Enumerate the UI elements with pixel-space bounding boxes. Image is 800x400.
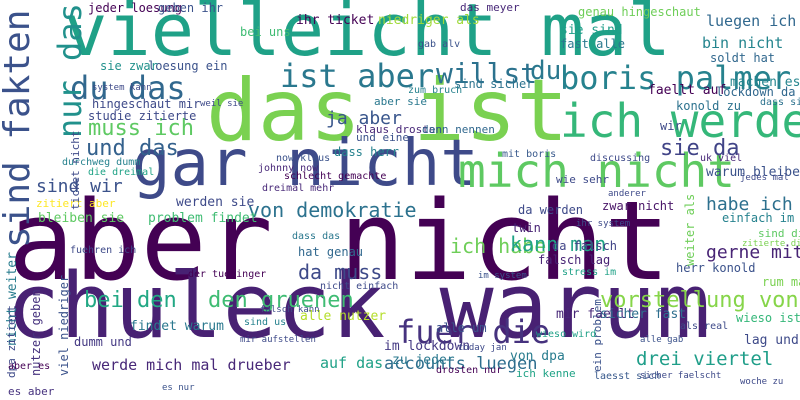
word: aber sie [374,95,427,108]
word: im system [478,271,527,281]
word: alle gab [640,335,684,345]
word: es aber [8,385,55,398]
word: sicher fast [600,307,687,322]
word: zwar nicht [602,199,675,213]
word: johnny now [258,163,319,174]
word: sind sicher [454,77,534,91]
word: einfach im [722,211,795,225]
word: sind us [244,317,287,328]
word: da werden [518,203,584,217]
word: drosten nur [436,365,503,376]
word: von demokratie [248,198,417,222]
word: stress im [562,267,617,278]
word: luegen ich [706,12,797,30]
word: wieso wird [536,329,597,340]
word: werden sie [176,195,255,210]
word: faellt auf [648,83,727,98]
word: lag und [744,333,799,348]
word: da muss [298,260,383,284]
word: uk viel [700,153,743,164]
word: drei viertel [636,348,774,370]
word: auf das [320,354,384,372]
word: dass herr [334,145,400,159]
word: studie zitierte [88,109,197,123]
word: jedes mal [740,173,789,183]
word: wieso ist [736,311,800,325]
word: dass das [292,231,341,242]
word: da falsch [552,239,618,253]
word: du [530,56,562,86]
word: dass sie [760,97,800,108]
word: today jan [458,343,507,353]
word: von dpa [510,349,565,364]
word: zum bruch [408,85,463,96]
word: falsch lag [538,253,611,267]
word: weil sie [200,99,244,109]
word: system kann [92,83,152,93]
word: konold zu [676,99,742,113]
word: findet warum [130,319,224,334]
word: das meyer [460,1,520,14]
word: die dreimal [88,167,155,178]
word: gab alv [418,39,461,50]
word: wie sehr [556,173,609,186]
word: problem findet [148,211,258,226]
word: woche zu [740,377,784,387]
word: discussing [590,153,651,164]
word: rum machen [762,275,800,289]
word: dreimal mehr [262,183,335,194]
word: bin nicht [702,34,784,52]
word: der tuebinger [188,269,267,280]
word: werde mich mal drueber [92,356,291,374]
word: geben ihr [158,1,224,15]
word: falsch kann [260,305,320,315]
word: fuehren ich [70,245,137,256]
word: alle um [436,321,487,335]
word: mit boris [502,149,557,160]
word-cloud: aber nicht chuleck warum das ist viellei… [0,0,800,400]
word: twin [512,221,541,235]
word: fast alle [560,37,626,51]
word: nur das [51,3,89,138]
word: ich kenne [516,367,576,380]
word: genau hingeschaut [578,5,701,19]
word: und eine [356,131,409,144]
word: bei den [84,288,177,313]
word: bei uns [240,25,291,39]
word: bleiben sie [38,211,125,226]
word: dumm und [74,335,132,349]
word: hat genau [298,245,364,259]
word: als real [680,321,729,332]
word: loesung ein [148,59,228,73]
word: zitierte die [742,239,800,249]
word: sie sind [560,23,623,38]
word: sie zwar [100,59,158,73]
word: es nur [162,383,195,393]
word: weiter als [683,193,697,266]
word: viel niedriger [57,274,71,376]
word: ticket nicht [69,130,82,210]
word: mir aufstellen [240,335,316,345]
word: anderer [608,189,646,199]
word: nicht einfach [320,281,399,292]
word: ihr system [576,219,631,229]
word: aber es [8,361,51,372]
word: sind die [758,227,800,240]
word: sicher faelscht [640,371,722,381]
word: soldt hat [710,51,776,65]
word: dann nennen [422,123,495,136]
word: sind fakten [0,9,38,248]
word: niedriger als [378,13,480,28]
word: ihr ticket [296,13,375,28]
word: wir [660,119,682,133]
